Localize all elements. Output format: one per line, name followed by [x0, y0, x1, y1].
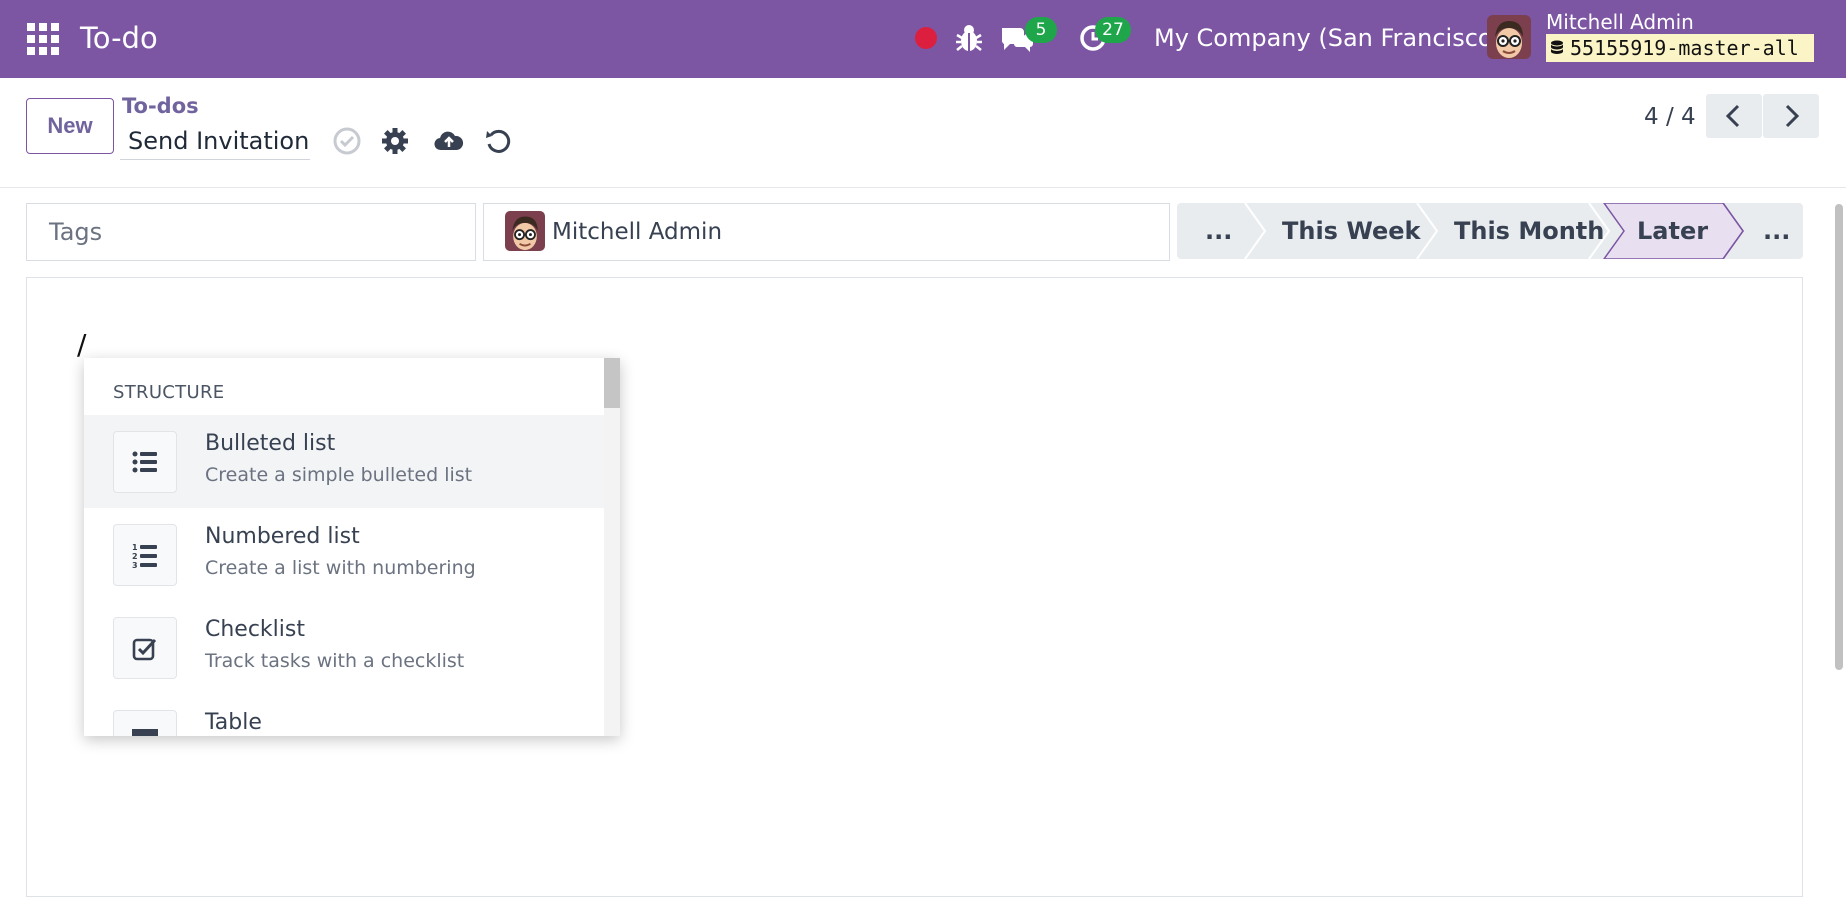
bug-icon[interactable]	[955, 23, 983, 53]
stage-this-week[interactable]: This Week	[1282, 203, 1420, 259]
page-scroll-thumb[interactable]	[1835, 204, 1843, 670]
powerbox-category: STRUCTURE	[113, 382, 225, 403]
stage-statusbar: ... This Week This Month Later ...	[1177, 202, 1803, 260]
user-name[interactable]: Mitchell Admin	[1546, 9, 1694, 35]
database-name: 55155919-master-all	[1570, 36, 1799, 60]
tags-input[interactable]: Tags	[26, 203, 476, 261]
apps-grid-icon[interactable]	[27, 23, 59, 55]
breadcrumb-todos[interactable]: To-dos	[122, 94, 199, 118]
powerbox-item-title: Table	[205, 710, 262, 735]
new-button[interactable]: New	[26, 98, 114, 154]
stage-later-active[interactable]: Later	[1637, 203, 1708, 259]
powerbox-item-description: Create a list with numbering	[205, 557, 476, 579]
chevron-right-icon	[1785, 104, 1800, 128]
powerbox-item-description: Create a simple bulleted list	[205, 464, 473, 486]
powerbox-item-table[interactable]: Table	[84, 694, 604, 736]
powerbox-item-description: Track tasks with a checklist	[205, 650, 465, 672]
discard-undo-icon[interactable]	[483, 126, 513, 156]
powerbox-item-numbered-list[interactable]: 123 Numbered list Create a list with num…	[84, 508, 604, 601]
svg-text:1: 1	[132, 543, 138, 552]
assignee-name: Mitchell Admin	[552, 219, 723, 245]
chevron-left-icon	[1725, 104, 1740, 128]
stage-next-more[interactable]: ...	[1763, 203, 1790, 259]
gear-icon[interactable]	[380, 126, 410, 156]
chat-count-badge: 5	[1025, 17, 1057, 43]
powerbox-menu: STRUCTURE Bulleted list Create a simple …	[84, 358, 620, 736]
user-avatar[interactable]	[1487, 15, 1531, 59]
powerbox-scroll-thumb[interactable]	[604, 358, 620, 408]
assignee-avatar	[505, 211, 545, 251]
powerbox-item-title: Bulleted list	[205, 431, 336, 456]
powerbox-item-title: Numbered list	[205, 524, 360, 549]
editor-text[interactable]: /	[77, 328, 86, 361]
pager-previous-button[interactable]	[1706, 94, 1762, 138]
svg-text:2: 2	[132, 552, 138, 561]
stage-this-month[interactable]: This Month	[1454, 203, 1604, 259]
stage-prev-more[interactable]: ...	[1205, 203, 1232, 259]
control-panel: New To-dos Send Invitation 4 / 4	[0, 78, 1846, 188]
powerbox-scrollbar[interactable]	[604, 358, 620, 736]
app-title[interactable]: To-do	[80, 18, 158, 58]
numbered-list-icon: 123	[132, 543, 157, 569]
navbar: To-do 5 27 My Company (San Francisco) Mi…	[0, 0, 1846, 78]
checklist-icon	[132, 638, 157, 661]
page-scrollbar[interactable]	[1832, 190, 1846, 906]
cloud-upload-icon[interactable]	[434, 126, 464, 156]
assignee-field[interactable]: Mitchell Admin	[483, 203, 1170, 261]
company-switcher[interactable]: My Company (San Francisco)	[1154, 20, 1502, 56]
database-badge: 55155919-master-all	[1546, 34, 1814, 62]
powerbox-item-title: Checklist	[205, 617, 305, 642]
record-name[interactable]: Send Invitation	[120, 122, 310, 160]
bulleted-list-icon	[132, 451, 157, 473]
table-icon	[132, 729, 158, 736]
powerbox-item-checklist[interactable]: Checklist Track tasks with a checklist	[84, 601, 604, 694]
database-icon	[1551, 40, 1563, 54]
powerbox-item-bulleted-list[interactable]: Bulleted list Create a simple bulleted l…	[84, 415, 604, 508]
pager-value[interactable]: 4 / 4	[1644, 100, 1696, 134]
pager-next-button[interactable]	[1763, 94, 1819, 138]
activity-count-badge: 27	[1095, 17, 1131, 43]
recording-dot-icon[interactable]	[915, 27, 937, 49]
done-check-icon[interactable]	[332, 126, 362, 156]
svg-text:3: 3	[132, 561, 138, 569]
